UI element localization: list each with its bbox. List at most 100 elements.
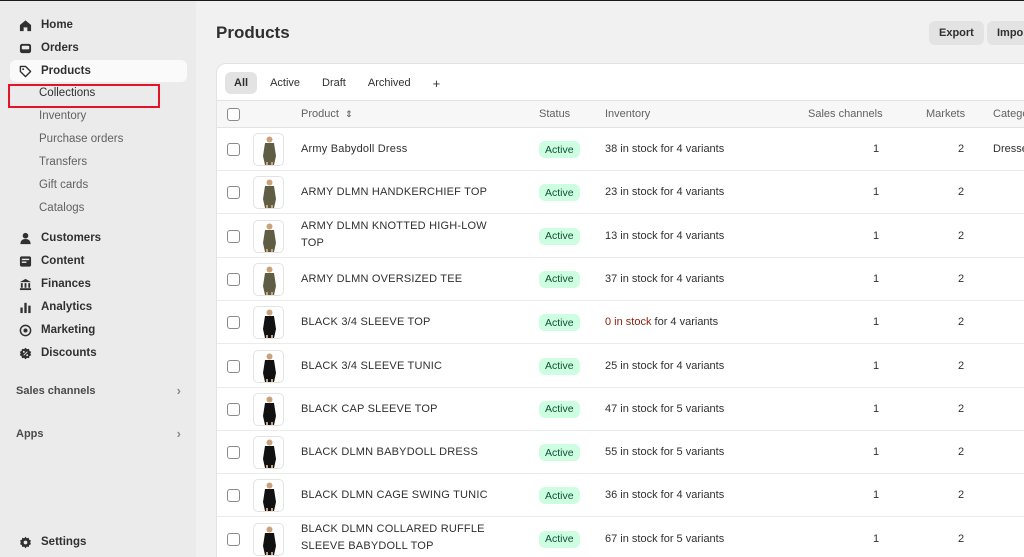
sidebar-item-analytics[interactable]: Analytics bbox=[10, 296, 187, 318]
variant-count: for 4 variants bbox=[657, 143, 725, 155]
sidebar-section-apps[interactable]: Apps › bbox=[16, 426, 181, 441]
status-badge: Active bbox=[539, 444, 580, 462]
collections-highlight-box bbox=[8, 84, 160, 108]
home-icon bbox=[18, 18, 32, 32]
variant-count: for 5 variants bbox=[657, 402, 725, 415]
tab-all[interactable]: All bbox=[225, 72, 258, 94]
sidebar-item-customers[interactable]: Customers bbox=[10, 227, 187, 249]
export-button[interactable]: Export bbox=[929, 21, 984, 45]
sidebar-item-home[interactable]: Home bbox=[10, 14, 187, 36]
variant-count: for 4 variants bbox=[657, 229, 725, 242]
target-icon bbox=[18, 323, 32, 337]
product-thumbnail[interactable] bbox=[253, 176, 284, 210]
chevron-right-icon: › bbox=[176, 383, 181, 398]
model-image-icon bbox=[263, 353, 276, 382]
section-label: Sales channels bbox=[16, 384, 96, 397]
product-thumbnail[interactable] bbox=[253, 436, 284, 470]
table-row[interactable]: BLACK DLMN BABYDOLL DRESS Active 55 in sto… bbox=[217, 431, 1024, 475]
table-row[interactable]: BLACK 3/4 SLEEVE TUNIC Active 25 in stock … bbox=[217, 345, 1024, 388]
row-checkbox[interactable] bbox=[227, 489, 240, 503]
sidebar-item-label: Orders bbox=[41, 42, 79, 54]
product-thumbnail[interactable] bbox=[253, 349, 284, 383]
inventory-cell: 0 in stock for 4 variants bbox=[605, 316, 718, 328]
stock-count: 36 in stock bbox=[605, 489, 658, 502]
table-row[interactable]: BLACK DLMN COLLARED RUFFLE SLEEVE BABYDO… bbox=[217, 518, 1024, 557]
product-name-link[interactable]: Army Babydoll Dress bbox=[301, 141, 501, 158]
model-image-icon bbox=[263, 526, 276, 555]
inventory-cell: 37 in stock for 4 variants bbox=[605, 273, 724, 285]
row-checkbox[interactable] bbox=[227, 359, 240, 373]
product-thumbnail[interactable] bbox=[253, 392, 284, 426]
gear-icon bbox=[18, 535, 32, 549]
table-row[interactable]: BLACK 3/4 SLEEVE TOP Active 0 in stock for… bbox=[217, 301, 1024, 345]
table-row[interactable]: ARMY DLMN KNOTTED HIGH-LOW TOP Active 13 i… bbox=[217, 215, 1024, 258]
tag-icon bbox=[18, 64, 32, 78]
tab-active[interactable]: Active bbox=[261, 72, 309, 94]
stock-count: 55 in stock bbox=[605, 446, 658, 459]
product-thumbnail[interactable] bbox=[253, 522, 284, 556]
product-name-link[interactable]: BLACK 3/4 SLEEVE TOP bbox=[301, 314, 501, 331]
row-checkbox[interactable] bbox=[227, 229, 240, 243]
column-header-category: Catego bbox=[993, 108, 1024, 120]
table-row[interactable]: ARMY DLMN OVERSIZED TEE Active 37 in stock… bbox=[217, 258, 1024, 301]
row-checkbox[interactable] bbox=[227, 532, 240, 546]
sidebar-item-finances[interactable]: Finances bbox=[10, 273, 187, 295]
add-view-button[interactable]: + bbox=[424, 72, 450, 94]
column-label: Product bbox=[301, 108, 339, 120]
sidebar-subitem-catalogs[interactable]: Catalogs bbox=[39, 198, 84, 218]
table-row[interactable]: ARMY DLMN HANDKERCHIEF TOP Active 23 in st… bbox=[217, 171, 1024, 215]
product-thumbnail[interactable] bbox=[253, 133, 284, 166]
status-badge: Active bbox=[539, 357, 580, 375]
row-checkbox[interactable] bbox=[227, 143, 240, 156]
product-thumbnail[interactable] bbox=[253, 262, 284, 296]
row-checkbox[interactable] bbox=[227, 316, 240, 330]
product-name-link[interactable]: BLACK CAP SLEEVE TOP bbox=[301, 401, 501, 418]
sidebar-item-content[interactable]: Content bbox=[10, 250, 187, 272]
product-name-link[interactable]: ARMY DLMN OVERSIZED TEE bbox=[301, 271, 501, 288]
sidebar-item-discounts[interactable]: Discounts bbox=[10, 342, 187, 364]
import-button[interactable]: Impor bbox=[987, 21, 1024, 45]
variant-count: for 5 variants bbox=[657, 532, 725, 545]
product-name-link[interactable]: ARMY DLMN HANDKERCHIEF TOP bbox=[301, 184, 501, 201]
row-checkbox[interactable] bbox=[227, 186, 240, 200]
table-header: Product ⇕ Status Inventory Sales channel… bbox=[217, 100, 1024, 128]
main-content: Products Export Impor All Active Draft A… bbox=[196, 1, 1024, 557]
product-thumbnail[interactable] bbox=[253, 306, 284, 340]
table-row[interactable]: BLACK CAP SLEEVE TOP Active 47 in stock fo… bbox=[217, 388, 1024, 431]
markets-count: 2 bbox=[958, 272, 965, 285]
product-name-link[interactable]: BLACK DLMN COLLARED RUFFLE SLEEVE BABYDO… bbox=[301, 521, 501, 555]
sidebar-item-label: Home bbox=[41, 19, 73, 31]
sidebar-item-products[interactable]: Products bbox=[10, 60, 187, 82]
sidebar-subitem-inventory[interactable]: Inventory bbox=[39, 106, 86, 126]
table-row[interactable]: BLACK DLMN CAGE SWING TUNIC Active 36 in s… bbox=[217, 474, 1024, 518]
row-checkbox[interactable] bbox=[227, 402, 240, 416]
product-thumbnail[interactable] bbox=[253, 479, 284, 513]
sidebar-subitem-purchase-orders[interactable]: Purchase orders bbox=[39, 129, 123, 149]
product-name-link[interactable]: BLACK DLMN CAGE SWING TUNIC bbox=[301, 487, 501, 504]
select-all-checkbox[interactable] bbox=[227, 108, 240, 121]
tab-draft[interactable]: Draft bbox=[313, 72, 355, 94]
sidebar-item-marketing[interactable]: Marketing bbox=[10, 319, 187, 341]
inventory-cell: 25 in stock for 4 variants bbox=[605, 360, 724, 372]
product-name-link[interactable]: BLACK 3/4 SLEEVE TUNIC bbox=[301, 358, 501, 375]
sidebar: Home Orders Products Collections Invento… bbox=[0, 1, 196, 557]
sidebar-subitem-gift-cards[interactable]: Gift cards bbox=[39, 175, 88, 195]
sidebar-section-sales-channels[interactable]: Sales channels › bbox=[16, 383, 181, 398]
sales-channels-count: 1 bbox=[873, 446, 880, 459]
markets-count: 2 bbox=[958, 316, 965, 329]
sidebar-subitem-transfers[interactable]: Transfers bbox=[39, 152, 87, 172]
row-checkbox[interactable] bbox=[227, 446, 240, 460]
category-cell: Dresse bbox=[993, 143, 1024, 155]
row-checkbox[interactable] bbox=[227, 272, 240, 286]
column-header-status: Status bbox=[539, 108, 571, 120]
column-header-product[interactable]: Product ⇕ bbox=[301, 108, 353, 120]
filter-tabs: All Active Draft Archived + bbox=[225, 71, 449, 95]
table-row[interactable]: Army Babydoll Dress Active 38 in stock for… bbox=[217, 128, 1024, 171]
sidebar-item-settings[interactable]: Settings bbox=[10, 531, 187, 553]
markets-count: 2 bbox=[958, 446, 965, 459]
sidebar-item-orders[interactable]: Orders bbox=[10, 37, 187, 59]
product-thumbnail[interactable] bbox=[253, 219, 284, 253]
product-name-link[interactable]: BLACK DLMN BABYDOLL DRESS bbox=[301, 444, 501, 461]
tab-archived[interactable]: Archived bbox=[359, 72, 420, 94]
product-name-link[interactable]: ARMY DLMN KNOTTED HIGH-LOW TOP bbox=[301, 218, 501, 252]
